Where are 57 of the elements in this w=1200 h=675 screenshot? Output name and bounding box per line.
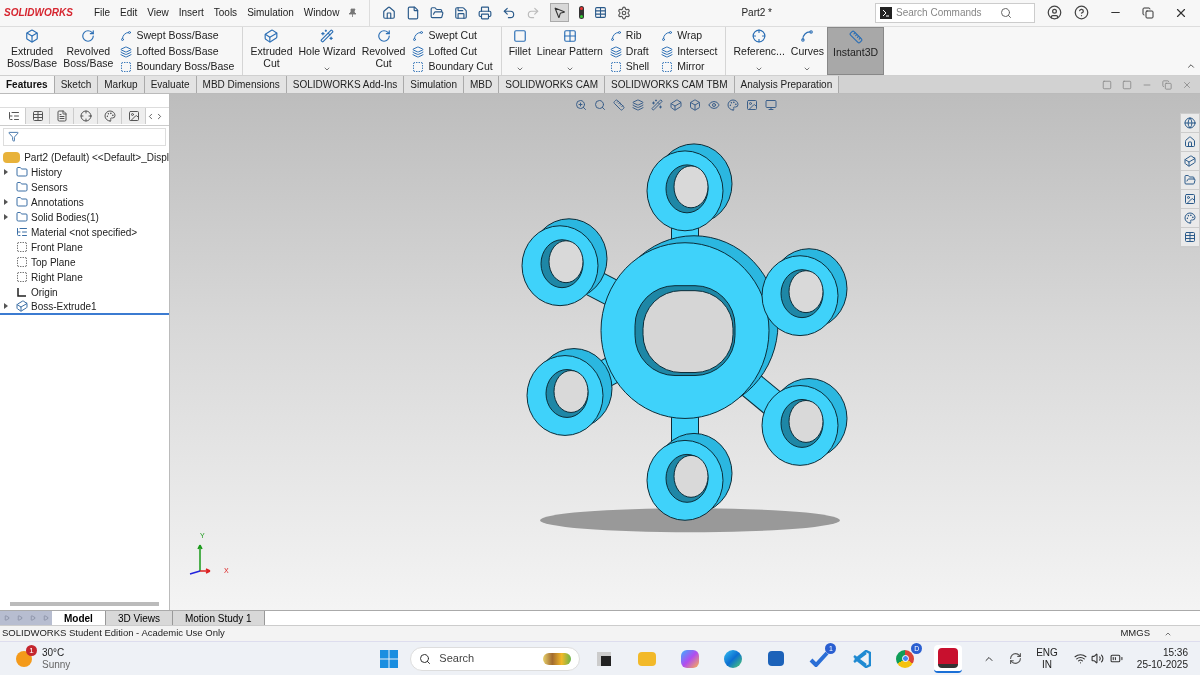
ribbon-button[interactable]: Revolved Cut <box>358 26 409 75</box>
model-tab[interactable]: 3D Views <box>105 611 173 626</box>
ribbon-button[interactable]: Revolved Boss/Base <box>60 26 117 75</box>
tree-item[interactable]: Boss-Extrude1 <box>31 298 97 314</box>
clock-time[interactable]: 15:36 <box>1162 646 1188 659</box>
tree-item[interactable]: Part2 (Default) <<Default>_Displ <box>24 149 169 165</box>
ribbon-button[interactable]: Lofted Boss/Base <box>120 43 235 60</box>
search-field[interactable]: Search Commands <box>875 2 1035 23</box>
app-logo: SOLIDWORKS <box>4 6 73 21</box>
menu-item[interactable]: Tools <box>208 5 243 21</box>
clock-date[interactable]: 25-10-2025 <box>1136 658 1188 671</box>
status-text: SOLIDWORKS Student Edition - Academic Use Only <box>2 626 225 641</box>
model-tab[interactable]: Motion Study 1 <box>172 611 265 626</box>
window-title: Part2 * <box>741 6 772 21</box>
ribbon-button[interactable]: Boundary Boss/Base <box>120 59 235 76</box>
ribbon-button[interactable]: Shell <box>609 59 650 76</box>
ribbon-button[interactable]: Draft <box>609 43 650 60</box>
language-indicator[interactable]: ENG <box>1036 646 1058 659</box>
ribbon-button[interactable]: Boundary Cut <box>412 59 493 76</box>
menu-item[interactable]: Window <box>298 5 345 21</box>
ribbon-button[interactable]: Wrap <box>661 27 718 44</box>
tree-item[interactable]: Solid Bodies(1) <box>31 209 99 225</box>
menu-item[interactable]: Insert <box>173 5 209 21</box>
units-indicator[interactable]: MMGS <box>1120 626 1150 641</box>
tree-item[interactable]: History <box>31 164 63 180</box>
ribbon-button[interactable]: Intersect <box>661 43 718 60</box>
ribbon-button[interactable]: Referenc... <box>730 26 788 75</box>
tree-item[interactable]: Material <not specified> <box>31 224 138 240</box>
menu-item[interactable]: Edit <box>115 5 143 21</box>
temperature: 30°C <box>42 646 66 659</box>
tree-item[interactable]: Right Plane <box>31 269 83 285</box>
notification-badge: 1 <box>26 645 37 656</box>
ribbon-button[interactable]: Swept Cut <box>412 27 493 44</box>
menu-item[interactable]: File <box>88 5 115 21</box>
ribbon-button[interactable]: Instant3D <box>827 26 885 75</box>
search-input[interactable]: Search Commands <box>896 5 996 21</box>
tree-item[interactable]: Origin <box>31 284 58 300</box>
tree-item[interactable]: Front Plane <box>31 239 83 255</box>
ribbon-button[interactable]: Rib <box>609 27 650 44</box>
ribbon-button[interactable]: Fillet <box>505 26 534 75</box>
search-input[interactable]: Search <box>439 650 520 667</box>
ribbon-button[interactable]: Mirror <box>661 59 718 76</box>
ribbon-button[interactable]: Extruded Cut <box>247 26 296 75</box>
menu-item[interactable]: View <box>142 5 174 21</box>
ribbon-button[interactable]: Hole Wizard <box>295 26 359 75</box>
tree-item[interactable]: Annotations <box>31 194 84 210</box>
ribbon-button[interactable]: Lofted Cut <box>412 43 493 60</box>
ribbon-button[interactable]: Curves <box>787 26 828 75</box>
ribbon-button[interactable]: Swept Boss/Base <box>120 27 235 44</box>
weather-condition: Sunny <box>42 658 71 671</box>
ribbon-button[interactable]: Extruded Boss/Base <box>4 26 61 75</box>
tree-item[interactable]: Sensors <box>31 179 68 195</box>
tree-item[interactable]: Top Plane <box>31 254 76 270</box>
ribbon-button[interactable]: Linear Pattern <box>533 26 606 75</box>
region-indicator[interactable]: IN <box>1042 658 1052 671</box>
taskbar-search-field[interactable]: Search <box>410 646 581 671</box>
menu-item[interactable]: Simulation <box>242 5 299 21</box>
